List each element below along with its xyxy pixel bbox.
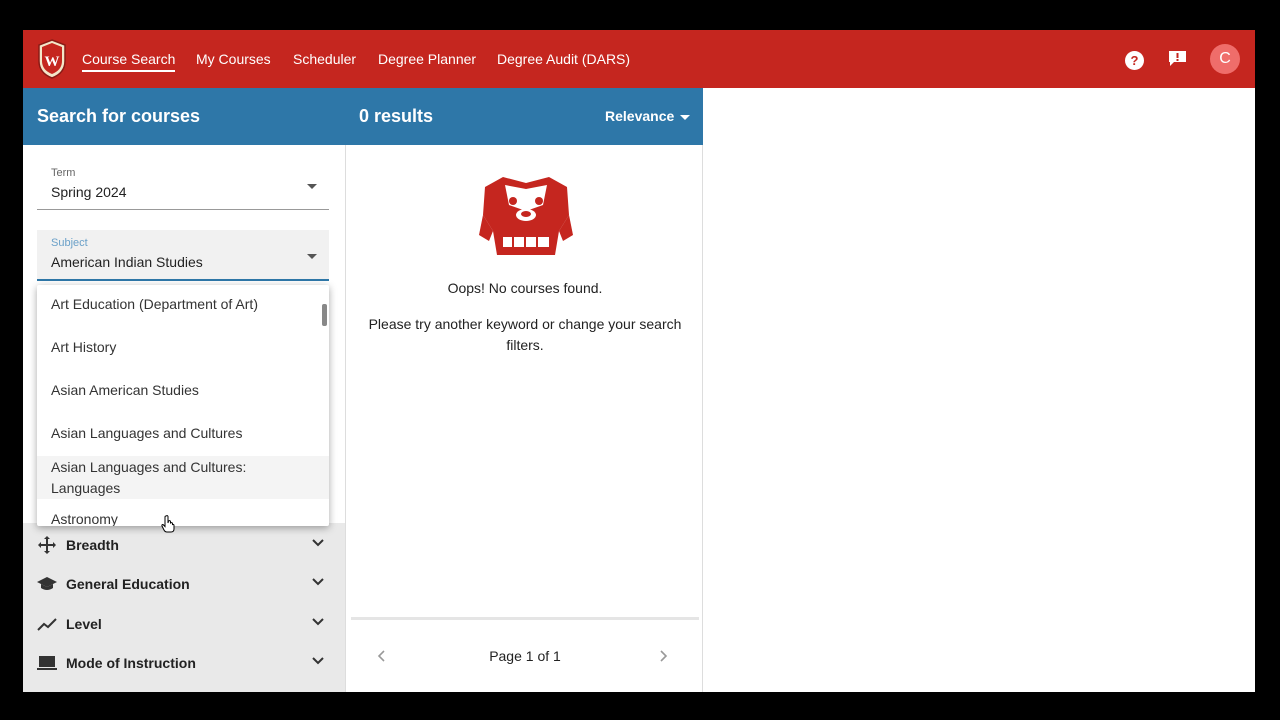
results-count: 0 results (359, 106, 434, 126)
subject-label: Subject (51, 237, 88, 249)
filter-label: General Education (66, 576, 190, 592)
filter-label: Breadth (66, 537, 119, 553)
filter-mode-of-instruction[interactable]: Mode of Instruction (37, 648, 329, 678)
nav-degree-planner[interactable]: Degree Planner (378, 51, 476, 67)
trend-icon (37, 618, 57, 631)
help-icon[interactable]: ? (1125, 51, 1144, 70)
chevron-down-icon (312, 578, 324, 586)
filter-label: Mode of Instruction (66, 655, 196, 671)
subject-dropdown-list[interactable]: Art Education (Department of Art) Art Hi… (37, 285, 329, 526)
filter-section: Breadth General Education Level Mode of … (23, 523, 345, 692)
subject-select[interactable]: Subject American Indian Studies (37, 230, 329, 281)
subject-option[interactable]: Astronomy (37, 511, 329, 526)
uw-crest-logo[interactable]: W (37, 39, 67, 79)
results-header: 0 results Relevance (345, 88, 703, 145)
nav-course-search[interactable]: Course Search (82, 51, 176, 72)
subject-value: American Indian Studies (51, 254, 203, 270)
graduation-cap-icon (37, 577, 57, 590)
badger-mascot-icon (479, 177, 573, 255)
subject-option-hovered[interactable]: Asian Languages and Cultures: Languages (37, 456, 329, 499)
pager-divider (351, 617, 699, 620)
top-nav-bar: W Course Search My Courses Scheduler Deg… (23, 30, 1255, 88)
laptop-icon (37, 656, 57, 670)
results-panel: Oops! No courses found. Please try anoth… (345, 145, 703, 692)
sort-caret-icon[interactable] (680, 115, 690, 120)
course-detail-pane (703, 88, 1255, 692)
user-avatar[interactable]: C (1210, 44, 1240, 74)
nav-degree-audit[interactable]: Degree Audit (DARS) (497, 51, 630, 67)
course-search-app: W Course Search My Courses Scheduler Deg… (23, 30, 1255, 692)
breadth-icon (38, 536, 56, 554)
pager-label: Page 1 of 1 (489, 648, 561, 664)
search-panel: Term Spring 2024 Subject American Indian… (23, 145, 345, 692)
term-caret-icon (307, 184, 317, 189)
chevron-right-icon[interactable] (659, 649, 669, 663)
filter-label: Level (66, 616, 102, 632)
subject-option[interactable]: Art History (37, 339, 329, 355)
term-select[interactable]: Term Spring 2024 (37, 160, 329, 210)
nav-scheduler[interactable]: Scheduler (293, 51, 356, 67)
term-label: Term (51, 167, 76, 179)
hand-cursor-icon (161, 515, 175, 533)
subject-option[interactable]: Asian Languages and Cultures (37, 425, 329, 441)
empty-state-message: Please try another keyword or change you… (368, 316, 682, 353)
search-panel-header: Search for courses (23, 88, 345, 145)
subject-option[interactable]: Art Education (Department of Art) (37, 296, 329, 312)
filter-breadth[interactable]: Breadth (37, 530, 329, 560)
chevron-down-icon (312, 539, 324, 547)
term-value: Spring 2024 (51, 184, 127, 200)
feedback-icon[interactable] (1168, 50, 1187, 67)
subject-option[interactable]: Asian American Studies (37, 382, 329, 398)
filter-level[interactable]: Level (37, 609, 329, 639)
nav-my-courses[interactable]: My Courses (196, 51, 271, 67)
subject-caret-icon (307, 254, 317, 259)
dropdown-scrollbar[interactable] (322, 304, 327, 326)
empty-state-title: Oops! No courses found. (447, 280, 603, 296)
chevron-down-icon (312, 657, 324, 665)
filter-general-education[interactable]: General Education (37, 569, 329, 599)
svg-text:W: W (45, 54, 60, 70)
chevron-down-icon (312, 618, 324, 626)
sort-select[interactable]: Relevance (605, 108, 674, 124)
search-panel-title: Search for courses (37, 106, 201, 126)
